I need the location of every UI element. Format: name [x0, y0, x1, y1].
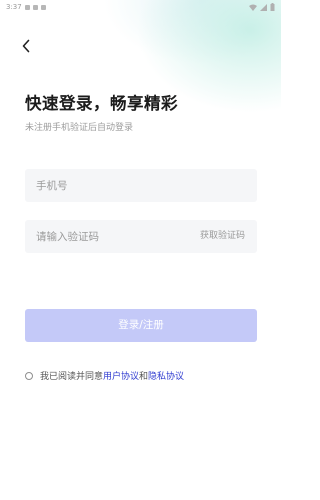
phone-input[interactable]: [36, 169, 186, 202]
get-code-button[interactable]: 获取验证码: [200, 220, 245, 253]
app-icon: [32, 4, 38, 10]
verification-code-input[interactable]: [36, 220, 186, 253]
status-left: 3:37: [6, 3, 46, 11]
code-field[interactable]: 获取验证码: [25, 220, 257, 253]
agreement-conjunction: 和: [139, 372, 149, 382]
signal-icon: [260, 3, 267, 11]
agreement-row: 我已阅读并同意 用户协议 和 隐私协议: [25, 369, 184, 382]
notification-icon: [24, 4, 30, 10]
agreement-checkbox[interactable]: [25, 371, 33, 380]
chevron-left-icon: [22, 39, 30, 53]
back-button[interactable]: [18, 37, 34, 55]
wifi-icon: [249, 4, 257, 11]
page-title: 快速登录，畅享精彩: [25, 94, 178, 113]
agreement-prefix: 我已阅读并同意: [40, 372, 104, 382]
phone-field[interactable]: [25, 169, 257, 202]
user-agreement-link[interactable]: 用户协议: [103, 369, 139, 382]
status-bar: 3:37: [0, 0, 281, 16]
page-subtitle: 未注册手机验证后自动登录: [25, 123, 134, 133]
status-right: [249, 3, 275, 11]
privacy-agreement-link[interactable]: 隐私协议: [148, 369, 184, 382]
app-icon: [40, 4, 46, 10]
battery-icon: [270, 3, 275, 11]
status-time: 3:37: [6, 3, 22, 11]
background-gradient: [0, 0, 281, 140]
login-register-button[interactable]: 登录/注册: [25, 309, 257, 342]
